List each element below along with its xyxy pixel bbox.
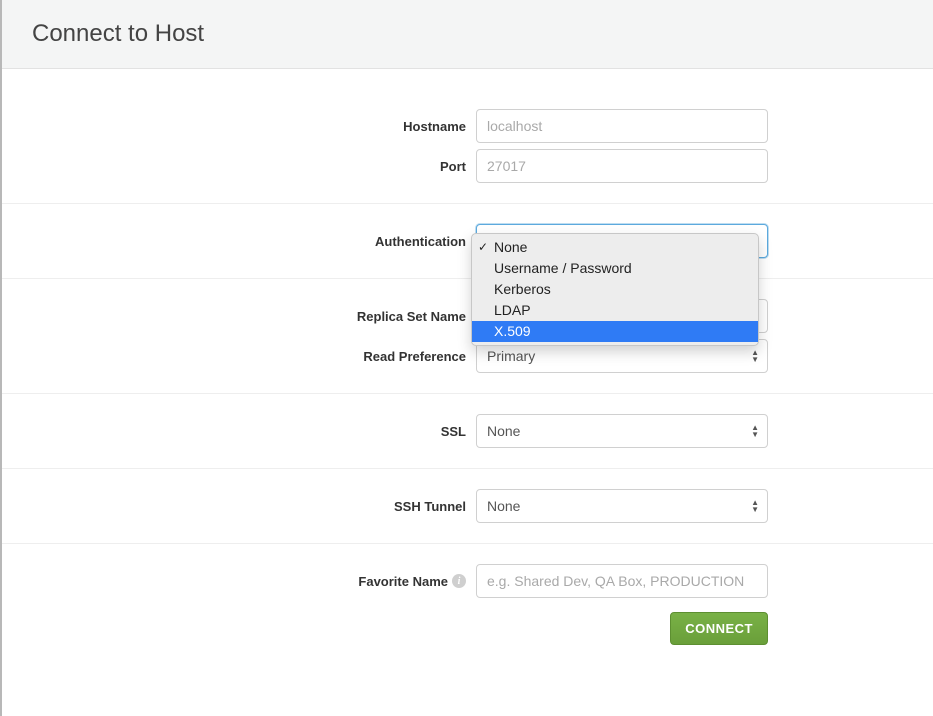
auth-option-kerberos[interactable]: Kerberos <box>472 279 758 300</box>
auth-option-ldap[interactable]: LDAP <box>472 300 758 321</box>
ssl-label: SSL <box>2 424 466 439</box>
ssl-select[interactable]: None ▲▼ <box>476 414 768 448</box>
auth-option-x509[interactable]: X.509 <box>472 321 758 342</box>
replica-label: Replica Set Name <box>2 309 466 324</box>
favorite-label: Favorite Name i <box>2 574 466 589</box>
port-input[interactable] <box>476 149 768 183</box>
auth-option-userpass[interactable]: Username / Password <box>472 258 758 279</box>
port-label: Port <box>2 159 466 174</box>
auth-option-none[interactable]: None <box>472 237 758 258</box>
authentication-label: Authentication <box>2 234 466 249</box>
hostname-label: Hostname <box>2 119 466 134</box>
chevron-updown-icon: ▲▼ <box>751 500 761 513</box>
section-auth: Authentication ▲▼ <box>2 204 933 279</box>
chevron-updown-icon: ▲▼ <box>751 350 761 363</box>
readpref-label: Read Preference <box>2 349 466 364</box>
hostname-input[interactable] <box>476 109 768 143</box>
section-favorite: Favorite Name i CONNECT <box>2 544 933 659</box>
ssl-value: None <box>487 423 520 439</box>
ssh-select[interactable]: None ▲▼ <box>476 489 768 523</box>
chevron-updown-icon: ▲▼ <box>751 425 761 438</box>
section-replica: Replica Set Name Read Preference Primary… <box>2 279 933 394</box>
section-ssl: SSL None ▲▼ <box>2 394 933 469</box>
connect-button[interactable]: CONNECT <box>670 612 768 645</box>
ssh-value: None <box>487 498 520 514</box>
section-ssh: SSH Tunnel None ▲▼ <box>2 469 933 544</box>
authentication-dropdown[interactable]: None Username / Password Kerberos LDAP X… <box>471 233 759 346</box>
readpref-value: Primary <box>487 348 535 364</box>
panel-header: Connect to Host <box>2 0 933 69</box>
connect-panel: Connect to Host Hostname Port Authentica… <box>0 0 933 716</box>
info-icon[interactable]: i <box>452 574 466 588</box>
page-title: Connect to Host <box>32 20 933 48</box>
favorite-label-text: Favorite Name <box>358 574 448 589</box>
ssh-label: SSH Tunnel <box>2 499 466 514</box>
section-host: Hostname Port <box>2 69 933 204</box>
favorite-input[interactable] <box>476 564 768 598</box>
